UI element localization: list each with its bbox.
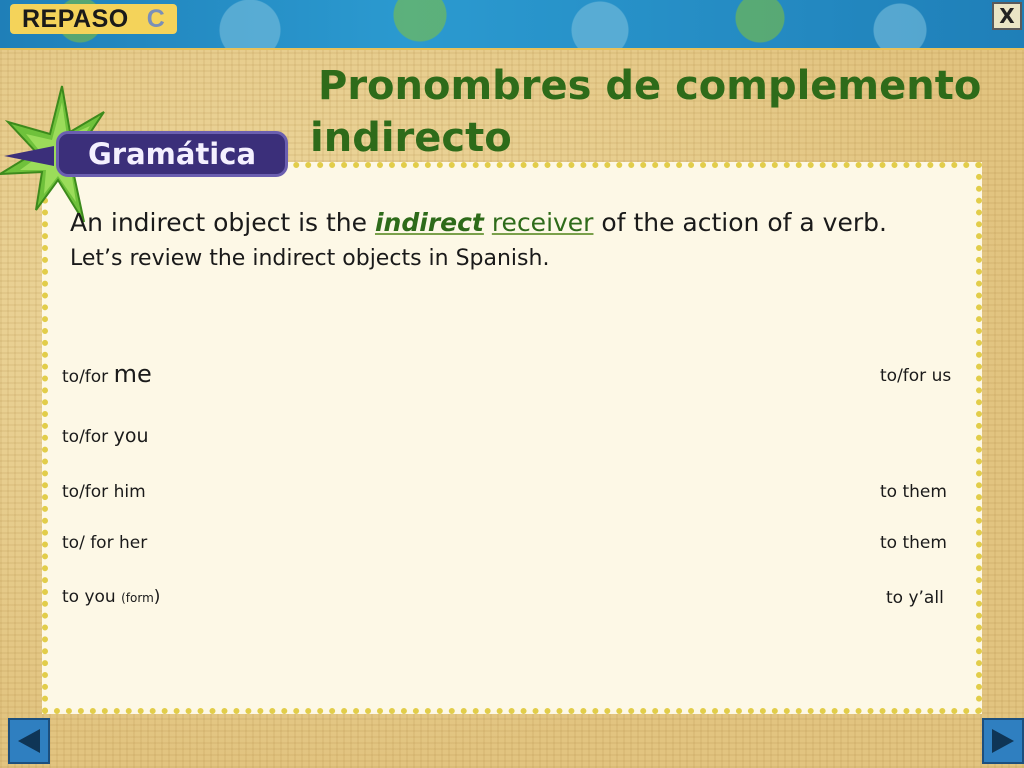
pronoun-form-note: (form [121, 591, 154, 605]
section-title: REPASO [22, 4, 129, 33]
pronoun-me-prefix: to/for [62, 367, 114, 387]
pronoun-me: to/for me [62, 360, 152, 388]
pronoun-form-prefix: to you [62, 587, 122, 607]
close-button[interactable]: X [992, 2, 1022, 30]
intro-text: An indirect object is the indirect recei… [70, 206, 970, 278]
left-arrow-icon [18, 729, 40, 753]
top-banner: REPASO C X [0, 0, 1024, 50]
intro-line-1: An indirect object is the indirect recei… [70, 206, 970, 240]
intro-line-2: Let’s review the indirect objects in Spa… [70, 246, 550, 271]
pronoun-you-prefix: to/for [62, 427, 114, 447]
pronoun-you-word: you [113, 425, 149, 447]
intro-part-2: of the action of a verb. [593, 208, 887, 237]
pronoun-them-1: to them [880, 482, 947, 502]
prev-button[interactable] [8, 718, 50, 764]
intro-part-1: An indirect object is the [70, 208, 375, 237]
arrow-point-icon [4, 146, 54, 166]
pronoun-them-2: to them [880, 533, 947, 553]
grammar-badge: Gramática [56, 131, 288, 177]
pronoun-me-word: me [113, 360, 152, 388]
section-label: REPASO C [10, 4, 177, 34]
close-icon: X [999, 4, 1015, 28]
pronoun-yall: to y’all [886, 588, 944, 608]
pronoun-him: to/for him [62, 482, 146, 502]
pronoun-us: to/for us [880, 366, 952, 386]
highlight-indirect: indirect [374, 208, 484, 237]
pronoun-form-close: ) [153, 587, 161, 607]
pronoun-you-formal: to you (form) [62, 587, 160, 607]
pronoun-you: to/for you [62, 425, 149, 447]
next-button[interactable] [982, 718, 1024, 764]
intro-space [484, 208, 492, 237]
pronoun-her: to/ for her [62, 533, 148, 553]
section-letter: C [146, 4, 165, 33]
page-title: Pronombres de complemento indirecto [310, 63, 982, 161]
highlight-receiver: receiver [491, 208, 594, 237]
right-arrow-icon [992, 729, 1014, 753]
